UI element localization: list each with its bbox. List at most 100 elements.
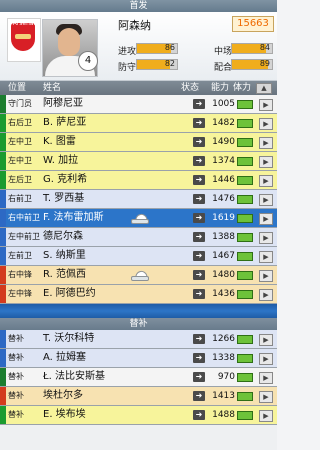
details-arrow-icon[interactable]: ▶ xyxy=(259,270,273,282)
details-arrow-icon[interactable]: ▶ xyxy=(259,251,273,263)
up-arrow-icon[interactable]: ▲ xyxy=(256,83,272,94)
player-row[interactable]: 左后卫 G. 克利希 ➜ 1446 ▶ xyxy=(0,171,277,190)
details-arrow-icon[interactable]: ▶ xyxy=(259,289,273,301)
details-arrow-icon[interactable]: ▶ xyxy=(259,334,273,346)
player-row[interactable]: 左中前卫 德尼尔森 ➜ 1388 ▶ xyxy=(0,228,277,247)
details-arrow-icon[interactable]: ▶ xyxy=(259,353,273,365)
move-arrow-icon[interactable]: ➜ xyxy=(193,99,205,109)
details-arrow-icon[interactable]: ▶ xyxy=(259,137,273,149)
player-row[interactable]: 左前卫 S. 纳斯里 ➜ 1467 ▶ xyxy=(0,247,277,266)
player-rating: 1488 xyxy=(212,410,235,420)
position-color-strip xyxy=(0,209,6,227)
position-cell: 右后卫 xyxy=(0,114,41,132)
position-cell: 左中前卫 xyxy=(0,228,41,246)
bench-title: 替补 xyxy=(0,318,277,330)
position-label: 守门员 xyxy=(8,99,32,108)
details-arrow-icon[interactable]: ▶ xyxy=(259,391,273,403)
position-color-strip xyxy=(0,190,6,208)
player-row[interactable]: 替补 T. 沃尔科特 ➜ 1266 ▶ xyxy=(0,330,277,349)
player-rating: 1446 xyxy=(212,175,235,185)
position-cell: 替补 xyxy=(0,406,41,424)
move-arrow-icon[interactable]: ➜ xyxy=(193,334,205,344)
move-arrow-icon[interactable]: ➜ xyxy=(193,289,205,299)
energy-bar xyxy=(237,157,253,166)
energy-header[interactable]: 体力 xyxy=(233,81,251,95)
defense-value: 82 xyxy=(164,59,175,68)
player-name: A. 拉姆塞 xyxy=(43,352,87,363)
boot-sole xyxy=(131,276,149,281)
position-label: 左中卫 xyxy=(8,156,32,165)
selected-player-row[interactable]: 右中前卫 F. 法布雷加斯 ➜ 1619 ▶ xyxy=(0,209,277,228)
position-cell: 左中卫 xyxy=(0,133,41,151)
position-cell: 右中锋 xyxy=(0,266,41,284)
name-header[interactable]: 姓名 xyxy=(43,81,61,95)
player-name: Ł. 法比安斯基 xyxy=(43,371,105,382)
position-cell: 守门员 xyxy=(0,95,41,113)
position-header[interactable]: 位置 xyxy=(8,81,26,95)
move-arrow-icon[interactable]: ➜ xyxy=(193,194,205,204)
player-name: G. 克利希 xyxy=(43,174,88,185)
player-row[interactable]: 右中锋 R. 范佩西 ➜ 1480 ▶ xyxy=(0,266,277,285)
position-color-strip xyxy=(0,330,6,348)
player-rating: 1436 xyxy=(212,289,235,299)
details-arrow-icon[interactable]: ▶ xyxy=(259,410,273,422)
details-arrow-icon[interactable]: ▶ xyxy=(259,372,273,384)
move-arrow-icon[interactable]: ➜ xyxy=(193,270,205,280)
position-label: 右中锋 xyxy=(8,270,32,279)
move-arrow-icon[interactable]: ➜ xyxy=(193,410,205,420)
player-row[interactable]: 替补 E. 埃布埃 ➜ 1488 ▶ xyxy=(0,406,277,425)
details-arrow-icon[interactable]: ▶ xyxy=(259,175,273,187)
player-rating: 1413 xyxy=(212,391,235,401)
player-row[interactable]: 右前卫 T. 罗西基 ➜ 1476 ▶ xyxy=(0,190,277,209)
position-color-strip xyxy=(0,228,6,246)
move-arrow-icon[interactable]: ➜ xyxy=(193,118,205,128)
position-label: 右中前卫 xyxy=(8,213,40,222)
move-arrow-icon[interactable]: ➜ xyxy=(193,175,205,185)
move-arrow-icon[interactable]: ➜ xyxy=(193,213,205,223)
move-arrow-icon[interactable]: ➜ xyxy=(193,372,205,382)
player-face xyxy=(58,28,80,56)
details-arrow-icon[interactable]: ▶ xyxy=(259,232,273,244)
energy-bar xyxy=(237,411,253,420)
position-color-strip xyxy=(0,285,6,303)
details-arrow-icon[interactable]: ▶ xyxy=(259,213,273,225)
attack-label: 进攻 xyxy=(118,47,137,57)
move-arrow-icon[interactable]: ➜ xyxy=(193,251,205,261)
position-label: 左中卫 xyxy=(8,137,32,146)
move-arrow-icon[interactable]: ➜ xyxy=(193,232,205,242)
lineup-table-header: 位置 姓名 状态 能力 体力 ▲ xyxy=(0,81,277,95)
details-arrow-icon[interactable]: ▶ xyxy=(259,194,273,206)
player-row[interactable]: 左中卫 W. 加拉 ➜ 1374 ▶ xyxy=(0,152,277,171)
teamwork-label: 配合 xyxy=(214,63,233,73)
position-color-strip xyxy=(0,266,6,284)
energy-bar xyxy=(237,335,253,344)
position-label: 右前卫 xyxy=(8,194,32,203)
move-arrow-icon[interactable]: ➜ xyxy=(193,391,205,401)
move-arrow-icon[interactable]: ➜ xyxy=(193,156,205,166)
player-row[interactable]: 替补 Ł. 法比安斯基 ➜ 970 ▶ xyxy=(0,368,277,387)
details-arrow-icon[interactable]: ▶ xyxy=(259,156,273,168)
player-rating: 970 xyxy=(217,372,235,382)
move-arrow-icon[interactable]: ➜ xyxy=(193,353,205,363)
details-arrow-icon[interactable]: ▶ xyxy=(259,118,273,130)
ability-header[interactable]: 能力 xyxy=(211,81,229,95)
player-row[interactable]: 替补 A. 拉姆塞 ➜ 1338 ▶ xyxy=(0,349,277,368)
player-row[interactable]: 替补 埃杜尔多 ➜ 1413 ▶ xyxy=(0,387,277,406)
status-header[interactable]: 状态 xyxy=(181,81,199,95)
position-color-strip xyxy=(0,349,6,367)
player-row[interactable]: 右后卫 B. 萨尼亚 ➜ 1482 ▶ xyxy=(0,114,277,133)
details-arrow-icon[interactable]: ▶ xyxy=(259,99,273,111)
section-separator xyxy=(0,304,277,318)
energy-bar xyxy=(237,373,253,382)
boot-icon xyxy=(131,212,149,225)
position-label: 替补 xyxy=(8,372,24,381)
player-row[interactable]: 左中锋 E. 阿德巴约 ➜ 1436 ▶ xyxy=(0,285,277,304)
player-row[interactable]: 守门员 阿穆尼亚 ➜ 1005 ▶ xyxy=(0,95,277,114)
position-label: 替补 xyxy=(8,391,24,400)
player-row[interactable]: 左中卫 K. 图雷 ➜ 1490 ▶ xyxy=(0,133,277,152)
player-name: B. 萨尼亚 xyxy=(43,117,87,128)
move-arrow-icon[interactable]: ➜ xyxy=(193,137,205,147)
position-color-strip xyxy=(0,95,6,113)
position-cell: 替补 xyxy=(0,349,41,367)
crest-club-name: Arsenal xyxy=(12,20,36,27)
